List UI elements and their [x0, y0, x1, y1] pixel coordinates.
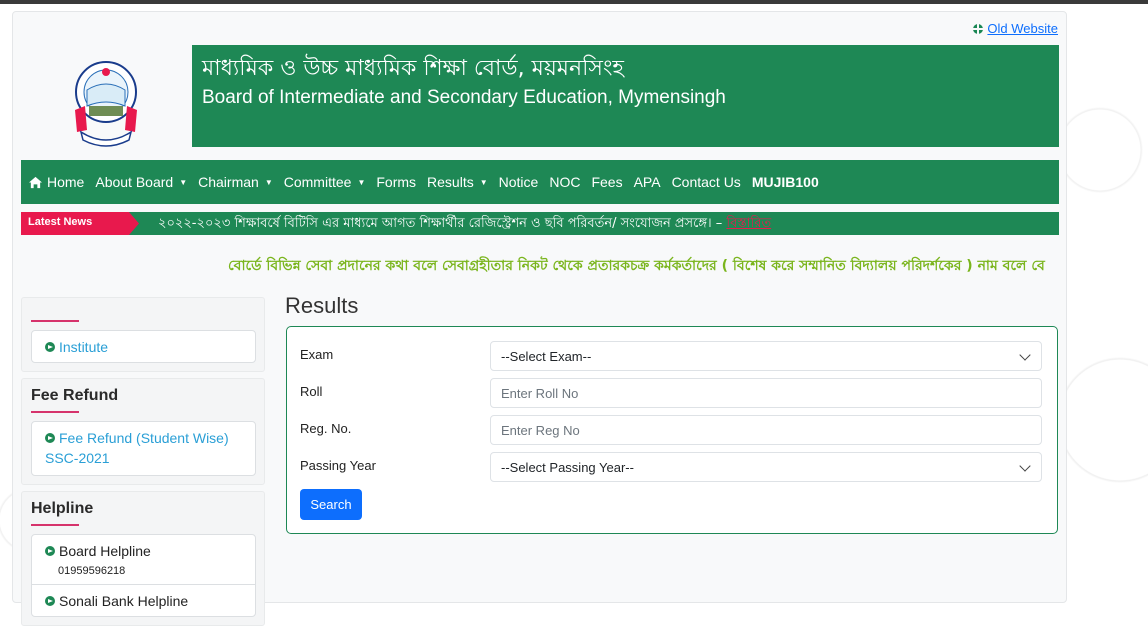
- header-title-bangla: মাধ্যমিক ও উচ্চ মাধ্যমিক শিক্ষা বোর্ড, ম…: [202, 56, 624, 81]
- nav-mujib100[interactable]: MUJIB100: [752, 174, 819, 190]
- caret-down-icon: ▼: [179, 177, 188, 187]
- reg-input[interactable]: [490, 415, 1042, 445]
- heading-underline: [31, 411, 79, 413]
- passing-year-select-value: --Select Passing Year--: [501, 459, 634, 475]
- sidebar-item-board-helpline[interactable]: Board Helpline 01959596218: [32, 535, 255, 584]
- globe-icon: [973, 23, 984, 34]
- arrow-circle-right-icon: [45, 596, 55, 606]
- roll-label: Roll: [300, 384, 323, 399]
- nav-fees[interactable]: Fees: [591, 174, 622, 190]
- arrow-circle-right-icon: [45, 342, 55, 352]
- results-form: Exam --Select Exam-- Roll Reg. No. Passi…: [286, 326, 1058, 534]
- news-details-link[interactable]: বিস্তারিত: [726, 216, 771, 231]
- nav-apa-label: APA: [633, 174, 661, 190]
- sidebar-list: Institute: [31, 330, 256, 363]
- home-icon: [29, 176, 42, 188]
- news-headline: ২০২২-২০২৩ শিক্ষাবর্ষে বিটিসি এর মাধ্যমে …: [158, 216, 723, 231]
- passing-year-select[interactable]: --Select Passing Year--: [490, 452, 1042, 482]
- sidebar-item-label: Fee Refund (Student Wise) SSC-2021: [45, 430, 229, 466]
- caret-down-icon: ▼: [357, 177, 366, 187]
- nav-apa[interactable]: APA: [634, 174, 661, 190]
- arrow-circle-right-icon: [45, 546, 55, 556]
- nav-about-board[interactable]: About Board ▼: [95, 174, 187, 190]
- sidebar-panel-institute: Institute: [21, 297, 265, 372]
- reg-label: Reg. No.: [300, 421, 352, 436]
- arrow-circle-right-icon: [45, 433, 55, 443]
- helpline-heading: Helpline: [31, 500, 94, 517]
- roll-input[interactable]: [490, 378, 1042, 408]
- caret-down-icon: ▼: [264, 177, 273, 187]
- nav-committee[interactable]: Committee ▼: [284, 174, 366, 190]
- results-title: Results: [285, 293, 359, 318]
- sidebar-item-institute[interactable]: Institute: [32, 331, 255, 362]
- sidebar-item-fee-refund[interactable]: Fee Refund (Student Wise) SSC-2021: [32, 422, 255, 475]
- page-container: Old Website মাধ্যমিক ও উচ্চ মাধ্যমিক শিক…: [12, 11, 1067, 626]
- exam-row: Exam --Select Exam--: [300, 341, 1045, 371]
- nav-results-label: Results: [427, 174, 474, 190]
- sidebar-item-sonali-bank-helpline[interactable]: Sonali Bank Helpline: [32, 584, 255, 616]
- sidebar-list: Board Helpline 01959596218 Sonali Bank H…: [31, 534, 256, 617]
- nav-fees-label: Fees: [591, 174, 623, 190]
- nav-forms-label: Forms: [376, 174, 417, 190]
- nav-mujib100-label: MUJIB100: [751, 174, 819, 190]
- header-title-english: Board of Intermediate and Secondary Educ…: [202, 87, 726, 108]
- latest-news-label: Latest News: [21, 212, 139, 235]
- caret-down-icon: ▼: [479, 177, 488, 187]
- sidebar-panel-fee-refund: Fee Refund Fee Refund (Student Wise) SSC…: [21, 378, 265, 485]
- latest-news-ticker: ২০২২-২০২৩ শিক্ষাবর্ষে বিটিসি এর মাধ্যমে …: [158, 214, 771, 235]
- nav-noc[interactable]: NOC: [549, 174, 580, 190]
- heading-underline: [31, 320, 79, 322]
- nav-chairman-label: Chairman: [198, 174, 259, 190]
- passing-year-row: Passing Year --Select Passing Year--: [300, 452, 1045, 482]
- old-website-link[interactable]: Old Website: [987, 21, 1058, 36]
- roll-row: Roll: [300, 378, 1045, 408]
- heading-underline: [31, 524, 79, 526]
- sidebar-item-label: Sonali Bank Helpline: [59, 593, 189, 609]
- chevron-down-icon: [1019, 460, 1031, 472]
- board-helpline-number: 01959596218: [58, 565, 126, 577]
- nav-results[interactable]: Results ▼: [427, 174, 488, 190]
- notice-marquee: বোর্ডে বিভিন্ন সেবা প্রদানের কথা বলে সেব…: [228, 258, 1045, 274]
- header-banner: মাধ্যমিক ও উচ্চ মাধ্যমিক শিক্ষা বোর্ড, ম…: [192, 45, 1059, 147]
- exam-select[interactable]: --Select Exam--: [490, 341, 1042, 371]
- fee-refund-heading: Fee Refund: [31, 387, 119, 404]
- nav-committee-label: Committee: [283, 174, 352, 190]
- nav-notice[interactable]: Notice: [499, 174, 539, 190]
- sidebar: Institute Fee Refund Fee Refund (Student…: [21, 297, 265, 632]
- nav-home[interactable]: Home: [28, 174, 84, 190]
- nav-contact-us-label: Contact Us: [671, 174, 741, 190]
- main-navbar: Home About Board ▼ Chairman ▼ Committee ▼ F…: [21, 160, 1059, 204]
- nav-contact-us[interactable]: Contact Us: [672, 174, 741, 190]
- nav-forms[interactable]: Forms: [376, 174, 416, 190]
- passing-year-label: Passing Year: [300, 458, 376, 473]
- sidebar-item-label: Board Helpline: [59, 543, 151, 559]
- exam-label: Exam: [300, 347, 334, 362]
- board-logo: [75, 61, 137, 147]
- nav-home-label: Home: [47, 174, 85, 190]
- sidebar-list: Fee Refund (Student Wise) SSC-2021: [31, 421, 256, 476]
- sidebar-panel-helpline: Helpline Board Helpline 01959596218 Sona…: [21, 491, 265, 626]
- search-button[interactable]: Search: [300, 489, 362, 520]
- latest-news-bar: Latest News ২০২২-২০২৩ শিক্ষাবর্ষে বিটিসি…: [21, 212, 1059, 235]
- nav-noc-label: NOC: [549, 174, 581, 190]
- reg-row: Reg. No.: [300, 415, 1045, 445]
- exam-select-value: --Select Exam--: [501, 348, 592, 364]
- nav-about-board-label: About Board: [95, 174, 174, 190]
- sidebar-item-label: Institute: [59, 339, 109, 355]
- nav-notice-label: Notice: [498, 174, 539, 190]
- old-website-link-wrap: Old Website: [973, 21, 1058, 36]
- chevron-down-icon: [1019, 349, 1031, 361]
- nav-chairman[interactable]: Chairman ▼: [198, 174, 273, 190]
